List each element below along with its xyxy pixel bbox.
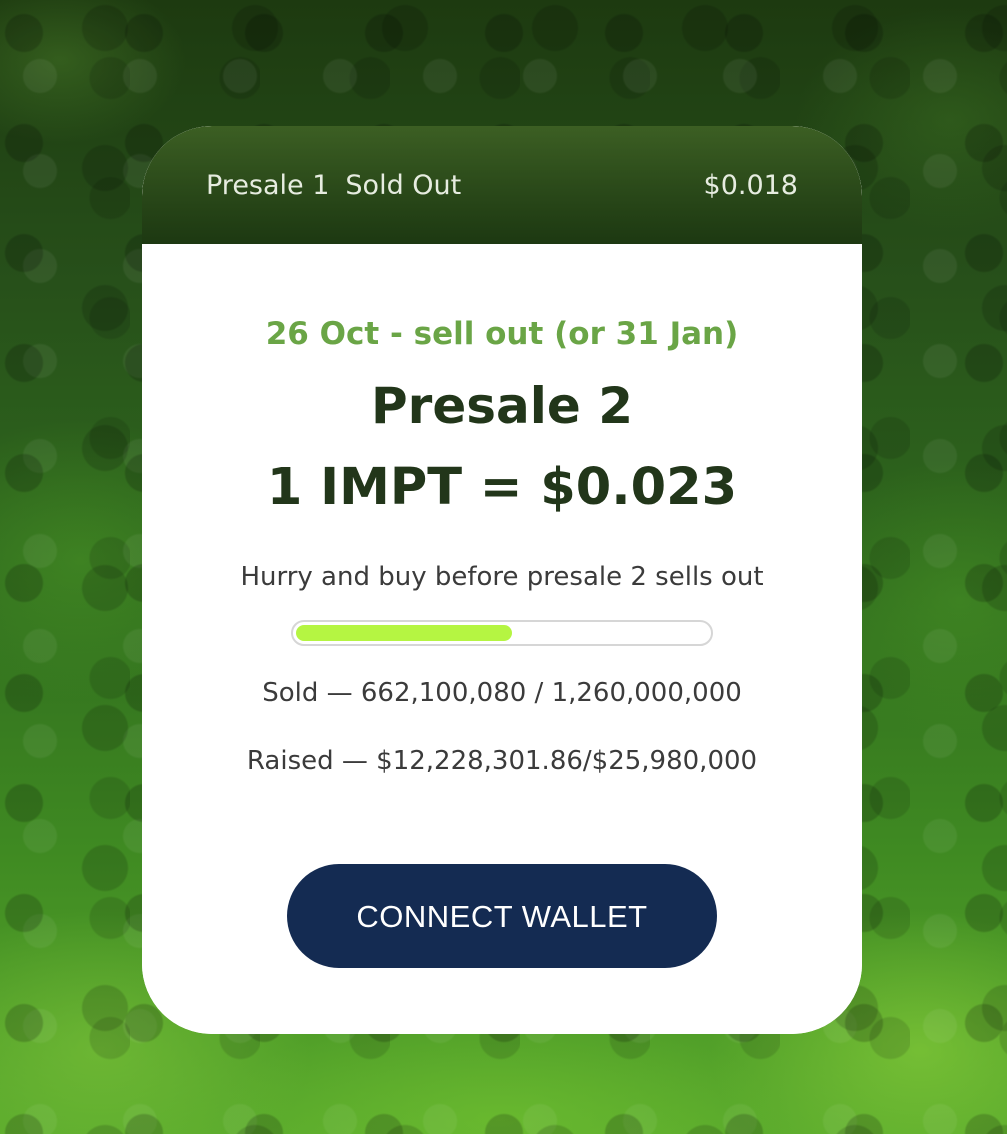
current-presale-panel: 26 Oct - sell out (or 31 Jan) Presale 2 … — [142, 244, 862, 1034]
previous-presale-info: Presale 1 Sold Out — [206, 170, 461, 201]
previous-presale-bar: Presale 1 Sold Out $0.018 — [142, 126, 862, 244]
tokens-sold: Sold — 662,100,080 / 1,260,000,000 — [262, 678, 742, 708]
token-price: 1 IMPT = $0.023 — [266, 458, 738, 517]
connect-wallet-button[interactable]: CONNECT WALLET — [287, 864, 717, 968]
presale-title: Presale 2 — [371, 377, 633, 435]
presale-dates: 26 Oct - sell out (or 31 Jan) — [265, 316, 739, 352]
previous-presale-price: $0.018 — [703, 169, 798, 201]
previous-presale-label: Presale 1 — [206, 169, 330, 201]
sale-progress-fill — [296, 625, 513, 641]
presale-card: Presale 1 Sold Out $0.018 26 Oct - sell … — [142, 126, 862, 1034]
previous-presale-status: Sold Out — [345, 169, 462, 201]
funds-raised: Raised — $12,228,301.86/$25,980,000 — [246, 746, 758, 776]
presale-subtitle: Hurry and buy before presale 2 sells out — [240, 562, 764, 592]
sale-progress-bar — [291, 620, 713, 646]
